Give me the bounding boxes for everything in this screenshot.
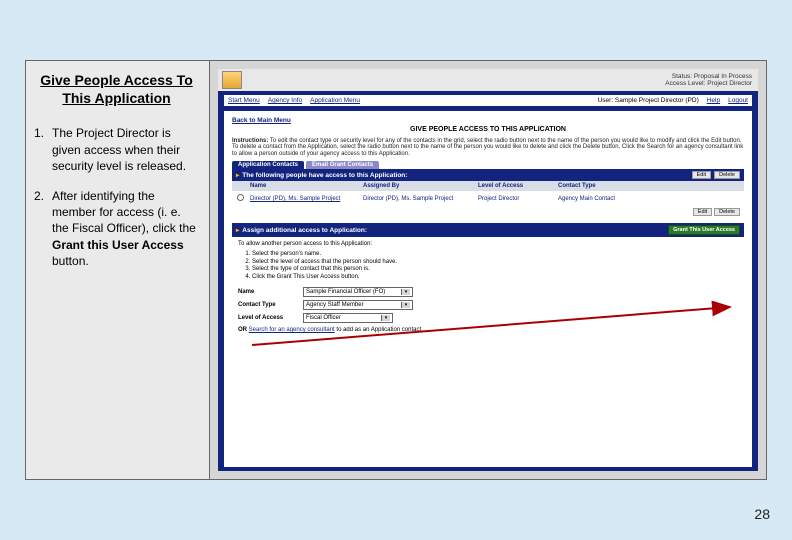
edit-button-bottom[interactable]: Edit [693,208,712,216]
page-content: Back to Main Menu GIVE PEOPLE ACCESS TO … [224,111,752,467]
contact-type-value: Agency Staff Member [306,302,364,308]
assign-body: To allow another person access to this A… [232,237,744,337]
cell-assigned: Director (PD), Ms. Sample Project [363,196,478,202]
user-label: User: Sample Project Director (PD) [598,97,699,104]
list-item: Select the type of contact that this per… [252,266,738,274]
cell-type: Agency Main Contact [558,196,744,202]
help-link[interactable]: Help [707,97,720,104]
agency-info-link[interactable]: Agency Info [268,97,302,104]
list-number: 2. [34,188,52,269]
status-line: Status: Proposal In Process [665,73,752,80]
col-type: Contact Type [558,183,744,189]
cell-level: Project Director [478,196,558,202]
slide-title: Give People Access To This Application [34,71,199,107]
name-select[interactable]: Sample Financial Officer (FO) ▾ [303,287,413,297]
instructions-body: To edit the contact type or security lev… [232,138,743,157]
col-level: Level of Access [478,183,558,189]
search-consultant-link[interactable]: Search for an agency consultant [249,327,335,333]
back-link[interactable]: Back to Main Menu [232,117,291,124]
app-logo-icon [222,71,242,89]
status-block: Status: Proposal In Process Access Level… [665,73,752,87]
delete-button-bottom[interactable]: Delete [714,208,740,216]
steps-list: Select the person's name. Select the lev… [252,251,738,281]
list-item: Select the person's name. [252,251,738,259]
table-row: Director (PD), Ms. Sample Project Direct… [232,191,744,206]
or-tail: to add as an Application contact. [336,327,422,333]
level-value: Fiscal Officer [306,315,341,321]
chevron-down-icon: ▾ [401,302,410,308]
contacts-grid-header: Name Assigned By Level of Access Contact… [232,181,744,191]
chevron-down-icon: ▾ [401,289,410,295]
instructions-label: Instructions: [232,138,268,144]
tab-email-grant-contacts[interactable]: Email Grant Contacts [306,161,379,169]
edit-button[interactable]: Edit [692,171,711,179]
assign-header-text: Assign additional access to Application: [242,227,367,234]
col-name: Name [248,183,363,189]
app-toolbar: Status: Proposal In Process Access Level… [218,69,758,91]
page-heading: GIVE PEOPLE ACCESS TO THIS APPLICATION [232,126,744,134]
contacts-header-text: The following people have access to this… [242,172,407,179]
contacts-section-header: ▸ The following people have access to th… [232,169,744,181]
or-label: OR [238,327,249,333]
contact-type-label: Contact Type [238,302,303,308]
name-select-value: Sample Financial Officer (FO) [306,289,385,295]
app-screenshot: Status: Proposal In Process Access Level… [210,60,767,480]
access-level-line: Access Level: Project Director [665,80,752,87]
tab-application-contacts[interactable]: Application Contacts [232,161,304,169]
chevron-right-icon: ▸ [236,171,239,179]
level-label: Level of Access [238,315,303,321]
col-assigned: Assigned By [363,183,478,189]
delete-button[interactable]: Delete [714,171,740,179]
logout-link[interactable]: Logout [728,97,748,104]
list-text: The Project Director is given access whe… [52,125,199,174]
grant-user-access-button[interactable]: Grant This User Access [668,225,740,235]
row-radio[interactable] [237,194,244,201]
page-number: 28 [754,506,770,522]
chevron-right-icon: ▸ [236,226,239,234]
level-select[interactable]: Fiscal Officer ▾ [303,313,393,323]
assign-intro: To allow another person access to this A… [238,241,738,247]
instruction-panel: Give People Access To This Application 1… [25,60,210,480]
list-item: Click the Grant This User Access button. [252,274,738,282]
cell-name[interactable]: Director (PD), Ms. Sample Project [248,196,363,202]
name-label: Name [238,289,303,295]
application-menu-link[interactable]: Application Menu [310,97,360,104]
chevron-down-icon: ▾ [381,315,390,321]
list-text: After identifying the member for access … [52,188,199,269]
contact-type-select[interactable]: Agency Staff Member ▾ [303,300,413,310]
instruction-list: 1. The Project Director is given access … [34,125,199,269]
menu-bar: Start Menu Agency Info Application Menu … [224,95,752,106]
list-number: 1. [34,125,52,174]
start-menu-link[interactable]: Start Menu [228,97,260,104]
instructions-text: Instructions: To edit the contact type o… [232,138,744,158]
list-item: Select the level of access that the pers… [252,259,738,267]
assign-section-header: ▸ Assign additional access to Applicatio… [232,223,744,237]
